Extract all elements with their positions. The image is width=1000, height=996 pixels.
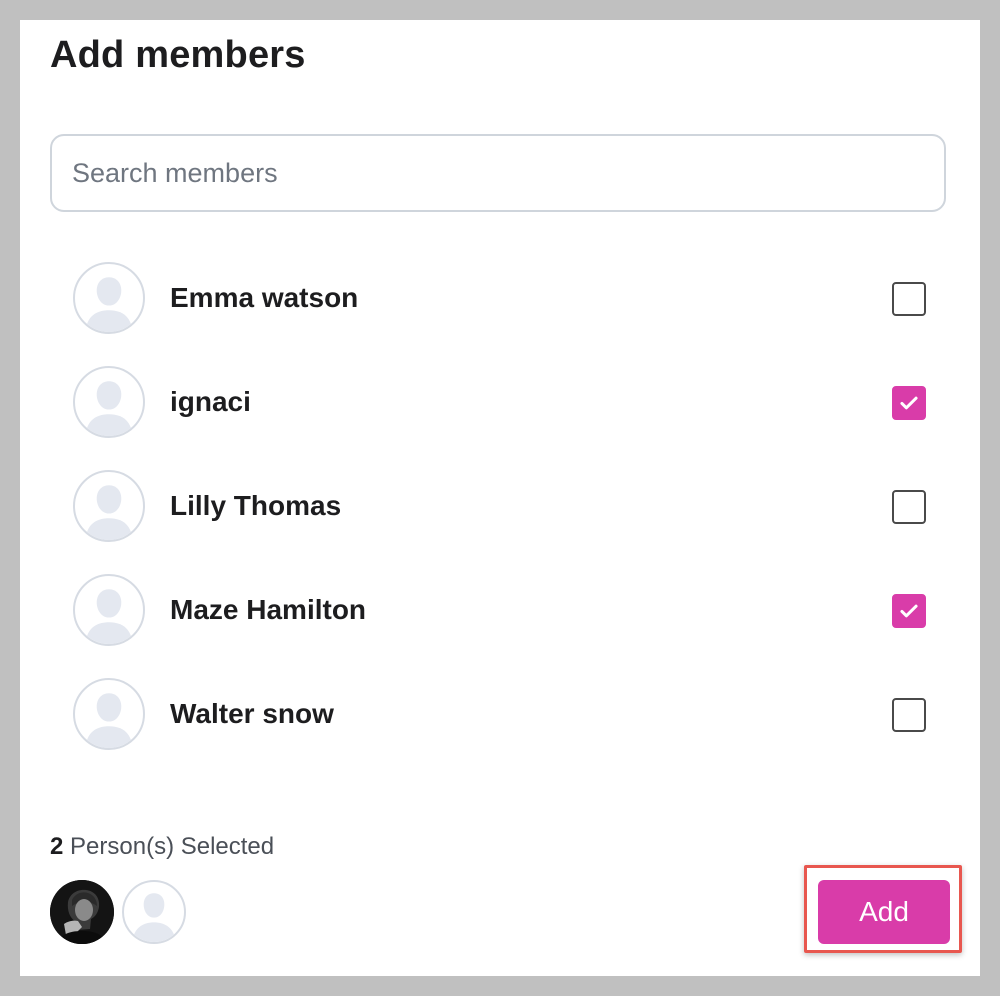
member-name: Maze Hamilton: [170, 594, 367, 625]
selected-label: Person(s) Selected: [70, 833, 275, 860]
member-checkbox[interactable]: [892, 594, 926, 628]
person-placeholder-icon: [73, 678, 145, 750]
checkmark-icon: [900, 604, 918, 618]
person-placeholder-icon: [73, 262, 145, 334]
person-placeholder-icon: [73, 574, 145, 646]
member-name: Lilly Thomas: [170, 490, 342, 521]
member-checkbox[interactable]: [892, 282, 926, 316]
person-placeholder-icon: [73, 366, 145, 438]
member-row[interactable]: Lilly Thomas: [50, 470, 950, 574]
member-row[interactable]: Emma watson: [50, 262, 950, 366]
selected-count: 2: [50, 833, 64, 860]
member-checkbox[interactable]: [892, 490, 926, 524]
member-list: Emma watson ignaci Lilly Thomas Maze Ham…: [50, 262, 950, 782]
person-placeholder-icon: [73, 470, 145, 542]
search-members-input[interactable]: [50, 134, 946, 212]
member-name: Emma watson: [170, 282, 359, 313]
member-row[interactable]: Maze Hamilton: [50, 574, 950, 678]
member-row[interactable]: ignaci: [50, 366, 950, 470]
member-row[interactable]: Walter snow: [50, 678, 950, 782]
dialog-title: Add members: [50, 34, 306, 76]
member-name: Walter snow: [170, 698, 334, 729]
member-checkbox[interactable]: [892, 698, 926, 732]
add-button[interactable]: Add: [818, 880, 950, 944]
member-name: ignaci: [170, 386, 251, 417]
selected-user-photo-avatar: [50, 880, 114, 944]
person-placeholder-icon: [122, 880, 186, 944]
add-members-dialog: Add members Emma watson ignaci Lil: [20, 20, 980, 976]
selected-summary: 2 Person(s) Selected: [50, 832, 274, 862]
checkmark-icon: [900, 396, 918, 410]
member-checkbox[interactable]: [892, 386, 926, 420]
